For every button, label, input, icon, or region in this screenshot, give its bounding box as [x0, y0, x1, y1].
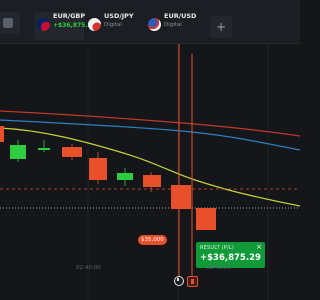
price-chart[interactable]: $35,000 RESULT (P/L) +$36,875.29 × — [0, 44, 300, 300]
asset-tab-bar: EUR/GBP +$36,875.29 USD/JPY Digital EUR/… — [0, 0, 300, 44]
tab-type-label: Digital — [164, 22, 182, 28]
tab-pair-label: EUR/GBP — [53, 12, 86, 20]
candle — [89, 152, 107, 184]
asset-icon — [3, 18, 13, 28]
usd-flag-icon — [148, 18, 161, 31]
price-tag: $35,000 — [138, 235, 167, 245]
candle — [62, 144, 82, 160]
finish-flag-icon[interactable] — [187, 276, 198, 287]
previous-tab-edge[interactable] — [0, 12, 20, 34]
start-time-icon[interactable] — [174, 276, 184, 286]
ma-yellow-line — [0, 127, 300, 207]
tab-eur-usd[interactable]: EUR/USD Digital — [145, 12, 197, 40]
tab-pair-label: EUR/USD — [164, 12, 197, 20]
tab-pair-label: USD/JPY — [104, 12, 134, 20]
tab-profit-label: +$36,875.29 — [53, 22, 96, 29]
candle — [117, 168, 133, 186]
tab-usd-jpy[interactable]: USD/JPY Digital — [85, 12, 137, 40]
candle — [196, 208, 216, 230]
add-tab-button[interactable]: + — [210, 16, 232, 38]
result-label: RESULT (P/L) — [200, 245, 234, 251]
candle — [0, 126, 4, 142]
gbp-flag-icon — [37, 18, 50, 31]
jpy-flag-icon — [88, 18, 101, 31]
result-value: +$36,875.29 — [200, 253, 261, 263]
ma-blue-line — [0, 119, 300, 151]
ma-red-line — [0, 110, 300, 137]
candle — [10, 140, 26, 162]
candle — [38, 140, 50, 152]
candle — [171, 185, 191, 209]
time-axis-label: 02:45:00 — [206, 265, 231, 271]
tab-type-label: Digital — [104, 22, 122, 28]
time-axis-label: 02:40:00 — [76, 265, 101, 271]
close-icon[interactable]: × — [256, 243, 262, 251]
tab-eur-gbp[interactable]: EUR/GBP +$36,875.29 — [34, 12, 96, 40]
